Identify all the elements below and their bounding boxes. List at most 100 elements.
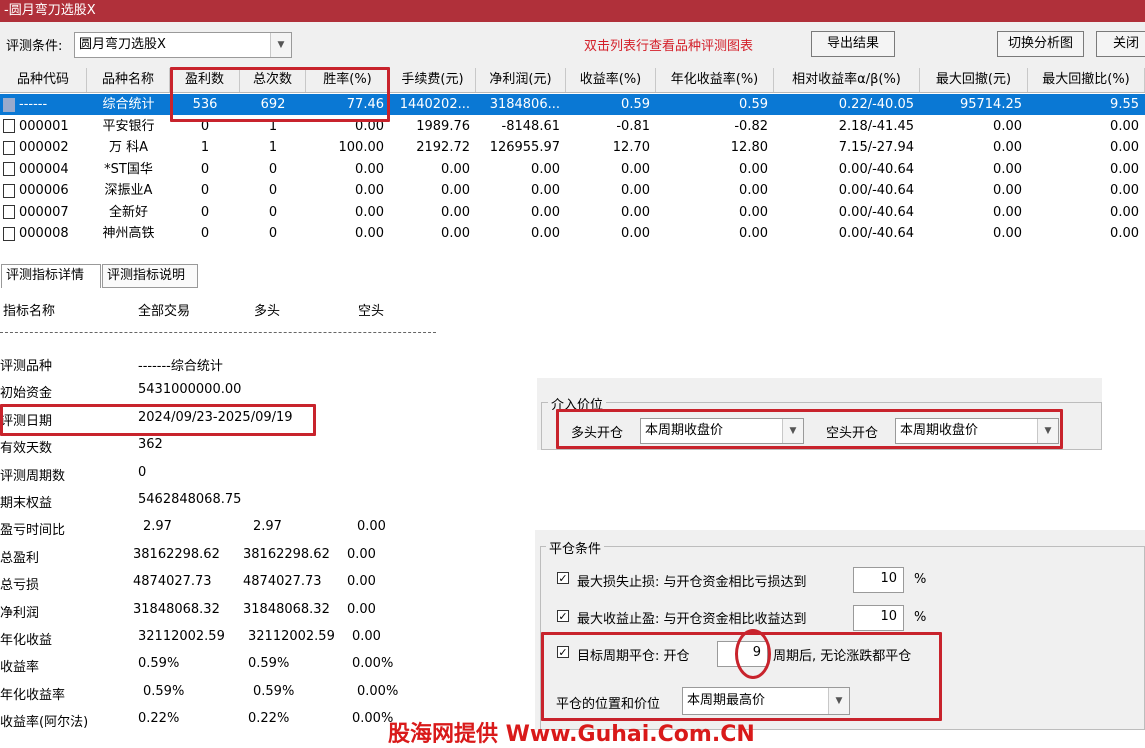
cell-wins: 1 [200,140,210,155]
cell-max-drawdown-ratio: 0.00 [1110,226,1139,241]
row-item-icon [3,226,15,241]
cell-return: 0.00 [621,161,650,177]
stop-loss-checkbox[interactable]: ✓ [557,572,569,584]
detail-metric-name: 净利润 [0,605,40,621]
table-row[interactable]: 000008 神州高铁 0 0 0.00 0.00 0.00 0.00 0.00 0.00/-40… [0,223,1145,244]
detail-long-value: 0.59% [253,683,295,699]
detail-all-value: 0 [138,464,147,480]
cell-code: 000004 [0,159,87,180]
row-item-icon [3,140,15,155]
header-code[interactable]: 品种代码 [0,68,87,92]
detail-short-value: 0.00 [352,629,381,644]
take-profit-checkbox[interactable]: ✓ [557,610,569,622]
cell-max-drawdown: 0.00 [993,204,1022,220]
cell-win-rate: 0.00 [355,161,384,177]
header-annual-return[interactable]: 年化收益率(%) [656,68,774,92]
cell-win-rate: 0.00 [355,183,384,198]
switch-chart-button[interactable]: 切换分析图 [997,31,1084,57]
cell-code-text: 000007 [19,204,69,220]
cell-name: 平安银行 [102,118,155,134]
cell-max-drawdown: 0.00 [993,183,1022,198]
cell-return: 0.59 [621,97,650,112]
close-button[interactable]: 关闭 [1096,31,1145,57]
detail-all-value: 2.97 [143,519,172,535]
cell-annual-return: 0.00 [739,226,768,241]
detail-metric-name: 评测品种 [0,359,53,374]
cell-net-profit: 126955.97 [489,140,560,155]
stop-loss-label: 最大损失止损: 与开仓资金相比亏损达到 [577,575,807,590]
cell-total: 0 [268,161,278,177]
detail-all-value: 0.59% [143,683,185,699]
detail-all-value: 0.22% [138,711,180,727]
cell-name: 综合统计 [102,97,155,112]
detail-short-value: 0.00 [347,574,376,590]
cell-total: 0 [268,204,278,220]
window-title: -圆月弯刀选股X [4,3,96,18]
detail-tabs: 评测指标详情 评测指标说明 [0,262,1145,288]
detail-metric-name: 收益率(阿尔法) [0,715,89,731]
detail-all-value: 5462848068.75 [138,492,242,507]
cell-win-rate: 100.00 [338,140,385,155]
cell-code: ------ [0,94,87,115]
cell-wins: 0 [200,161,210,177]
cell-wins: 0 [200,183,210,198]
table-row[interactable]: 000002 万 科A 1 1 100.00 2192.72 126955.97 12.70 1… [0,137,1145,158]
header-fee[interactable]: 手续费(元) [390,68,476,92]
cell-code: 000001 [0,116,87,137]
cell-name: 全新好 [108,204,148,220]
cell-relative-return: 0.00/-40.64 [838,183,914,198]
window-title-bar: -圆月弯刀选股X [0,0,1145,22]
chevron-down-icon[interactable]: ▼ [270,33,291,57]
header-max-drawdown-ratio[interactable]: 最大回撤比(%) [1028,68,1145,92]
export-button[interactable]: 导出结果 [811,31,895,57]
table-row[interactable]: 000006 深振业A 0 0 0.00 0.00 0.00 0.00 0.00 0.00/-40… [0,180,1145,201]
cell-wins: 0 [200,204,210,220]
detail-short-value: 0.00 [347,546,376,562]
cell-return: 0.00 [621,204,650,220]
take-profit-percent: % [914,610,927,625]
header-relative-return[interactable]: 相对收益率α/β(%) [774,68,920,92]
cell-relative-return: 2.18/-41.45 [838,118,914,134]
cell-max-drawdown-ratio: 0.00 [1110,118,1139,134]
header-return[interactable]: 收益率(%) [566,68,656,92]
highlight-entry-price [556,409,1063,449]
tab-details[interactable]: 评测指标详情 [1,264,101,288]
cell-annual-return: -0.82 [734,118,768,134]
take-profit-label: 最大收益止盈: 与开仓资金相比收益达到 [577,612,807,627]
cell-annual-return: 0.59 [739,97,768,112]
highlight-test-date [0,404,316,436]
cell-annual-return: 12.80 [730,140,768,155]
cell-max-drawdown-ratio: 0.00 [1110,183,1139,198]
header-max-drawdown[interactable]: 最大回撤(元) [920,68,1028,92]
detail-metric-name: 总亏损 [0,578,40,594]
detail-header-short: 空头 [358,304,385,319]
detail-short-value: 0.00% [352,656,394,672]
detail-metric-name: 有效天数 [0,441,53,457]
header-net-profit[interactable]: 净利润(元) [476,68,566,92]
cell-fee: 2192.72 [416,140,470,155]
detail-metric-name: 盈亏时间比 [0,523,66,539]
cell-net-profit: 0.00 [531,183,560,198]
detail-all-value: 5431000000.00 [138,382,242,398]
table-row[interactable]: 000004 *ST国华 0 0 0.00 0.00 0.00 0.00 0.00 0.00/-4… [0,159,1145,180]
detail-short-value: 0.00 [357,519,386,535]
cell-code-text: 000008 [19,226,69,241]
row-item-icon [3,97,15,112]
cell-total: 1 [268,140,278,155]
detail-all-value: 31848068.32 [133,601,220,617]
cell-net-profit: 0.00 [531,204,560,220]
table-row[interactable]: 000007 全新好 0 0 0.00 0.00 0.00 0.00 0.00 0.00/-40.… [0,202,1145,223]
row-item-icon [3,119,15,133]
row-item-icon [3,162,15,176]
condition-select[interactable]: 圆月弯刀选股X ▼ [74,32,292,58]
cell-name: 万 科A [108,140,149,155]
header-name[interactable]: 品种名称 [87,68,170,92]
cell-code-text: 000002 [19,140,69,155]
take-profit-input[interactable]: 10 [853,605,904,631]
stop-loss-input[interactable]: 10 [853,567,904,593]
cell-fee: 0.00 [441,183,470,198]
cell-name: 神州高铁 [102,226,155,241]
detail-metric-name: 期末权益 [0,496,53,511]
tab-description[interactable]: 评测指标说明 [102,264,198,288]
detail-all-value: 362 [138,437,163,453]
